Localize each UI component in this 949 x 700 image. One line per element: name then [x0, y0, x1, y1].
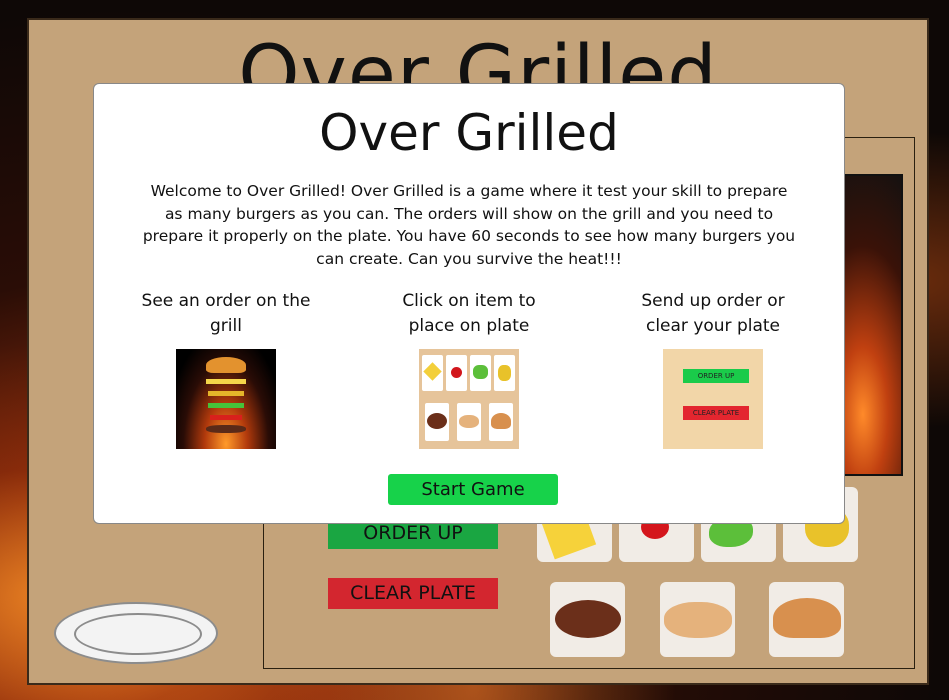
modal-title: Over Grilled [319, 104, 619, 162]
clear-plate-button[interactable]: CLEAR PLATE [328, 578, 498, 609]
patty-icon [555, 600, 621, 638]
ingredient-top-bun[interactable] [769, 582, 844, 657]
ingredient-bottom-bun[interactable] [660, 582, 735, 657]
start-game-button[interactable]: Start Game [388, 474, 558, 505]
burger-stack-image [176, 349, 276, 449]
step-click-item: Click on item to place on plate [384, 289, 554, 449]
plate-rim [74, 613, 202, 655]
instructions-modal: Over Grilled Welcome to Over Grilled! Ov… [93, 83, 845, 524]
ingredients-image [419, 349, 519, 449]
step-send-order: Send up order or clear your plate ORDER … [628, 289, 798, 449]
top-bun-icon [773, 598, 841, 638]
step-label: See an order on the grill [141, 291, 311, 336]
step-label: Click on item to place on plate [402, 291, 536, 336]
buttons-image: ORDER UP CLEAR PLATE [663, 349, 763, 449]
bottom-bun-icon [664, 602, 732, 638]
step-label: Send up order or clear your plate [641, 291, 785, 336]
ingredient-patty[interactable] [550, 582, 625, 657]
plate[interactable] [54, 602, 218, 664]
modal-description: Welcome to Over Grilled! Over Grilled is… [142, 182, 796, 268]
step-see-order: See an order on the grill [141, 289, 311, 449]
